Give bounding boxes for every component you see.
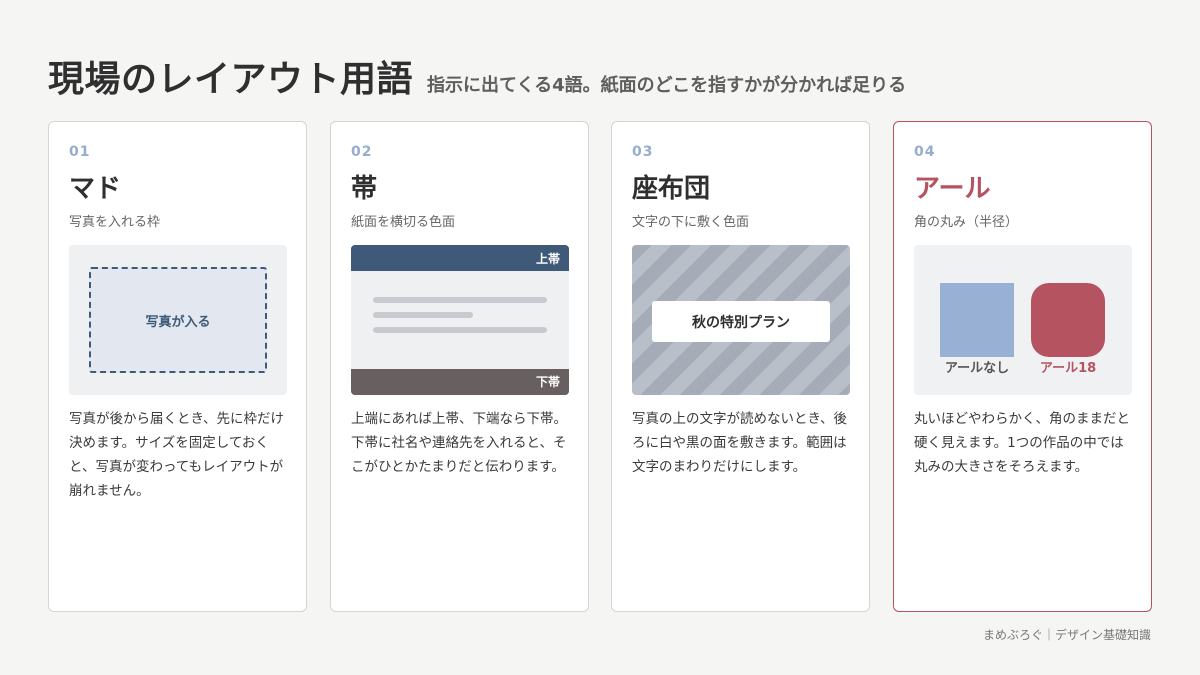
header: 現場のレイアウト用語 指示に出てくる4語。紙面のどこを指すかが分かれば足りる: [48, 50, 906, 102]
term-card-radius: 04 アール 角の丸み（半径） アールなし アール18 丸いほどやわらかく、角の…: [893, 121, 1152, 612]
bottom-band: 下帯: [351, 369, 569, 395]
term-card-mado: 01 マド 写真を入れる枠 写真が入る 写真が後から届くとき、先に枠だけ決めます…: [48, 121, 307, 612]
card-description: 写真の上の文字が読めないとき、後ろに白や黒の面を敷きます。範囲は文字のまわりだけ…: [632, 411, 848, 475]
card-number: 01: [69, 144, 91, 160]
square-label: アールなし: [944, 361, 1010, 376]
card-gloss: 写真を入れる枠: [69, 215, 161, 230]
card-term: 帯: [351, 174, 378, 204]
cushion-panel: 秋の特別プラン: [652, 301, 830, 342]
text-line-placeholder: [373, 297, 547, 303]
obi-illustration: 上帯 下帯: [351, 245, 569, 395]
card-term: アール: [914, 174, 991, 204]
text-line-placeholder: [373, 327, 547, 333]
page-title: 現場のレイアウト用語: [48, 59, 414, 100]
card-number: 04: [914, 144, 936, 160]
top-band: 上帯: [351, 245, 569, 271]
square-corner-sample: [940, 283, 1014, 357]
text-line-placeholder: [373, 312, 473, 318]
card-description: 上端にあれば上帯、下端なら下帯。下帯に社名や連絡先を入れると、そこがひとかたまり…: [351, 411, 567, 475]
rounded-corner-sample: [1031, 283, 1105, 357]
card-number: 03: [632, 144, 654, 160]
page-subtitle: 指示に出てくる4語。紙面のどこを指すかが分かれば足りる: [427, 75, 907, 96]
card-term: 座布団: [632, 174, 711, 204]
card-gloss: 角の丸み（半径）: [914, 215, 1019, 230]
radius-illustration: アールなし アール18: [914, 245, 1132, 395]
zabuton-illustration: 秋の特別プラン: [632, 245, 850, 395]
mado-illustration: 写真が入る: [69, 245, 287, 395]
card-gloss: 文字の下に敷く色面: [632, 215, 750, 230]
card-number: 02: [351, 144, 373, 160]
term-card-zabuton: 03 座布団 文字の下に敷く色面 秋の特別プラン 写真の上の文字が読めないとき、…: [611, 121, 870, 612]
card-term: マド: [69, 174, 122, 204]
card-description: 丸いほどやわらかく、角のままだと硬く見えます。1つの作品の中では丸みの大きさをそ…: [914, 411, 1130, 475]
photo-frame: 写真が入る: [89, 267, 267, 373]
term-card-obi: 02 帯 紙面を横切る色面 上帯 下帯 上端にあれば上帯、下端なら下帯。下帯に社…: [330, 121, 589, 612]
card-gloss: 紙面を横切る色面: [351, 215, 456, 230]
footer-credit: まめぶろぐ｜デザイン基礎知識: [982, 628, 1151, 642]
rounded-label: アール18: [1039, 361, 1097, 376]
card-description: 写真が後から届くとき、先に枠だけ決めます。サイズを固定しておくと、写真が変わって…: [69, 411, 285, 499]
